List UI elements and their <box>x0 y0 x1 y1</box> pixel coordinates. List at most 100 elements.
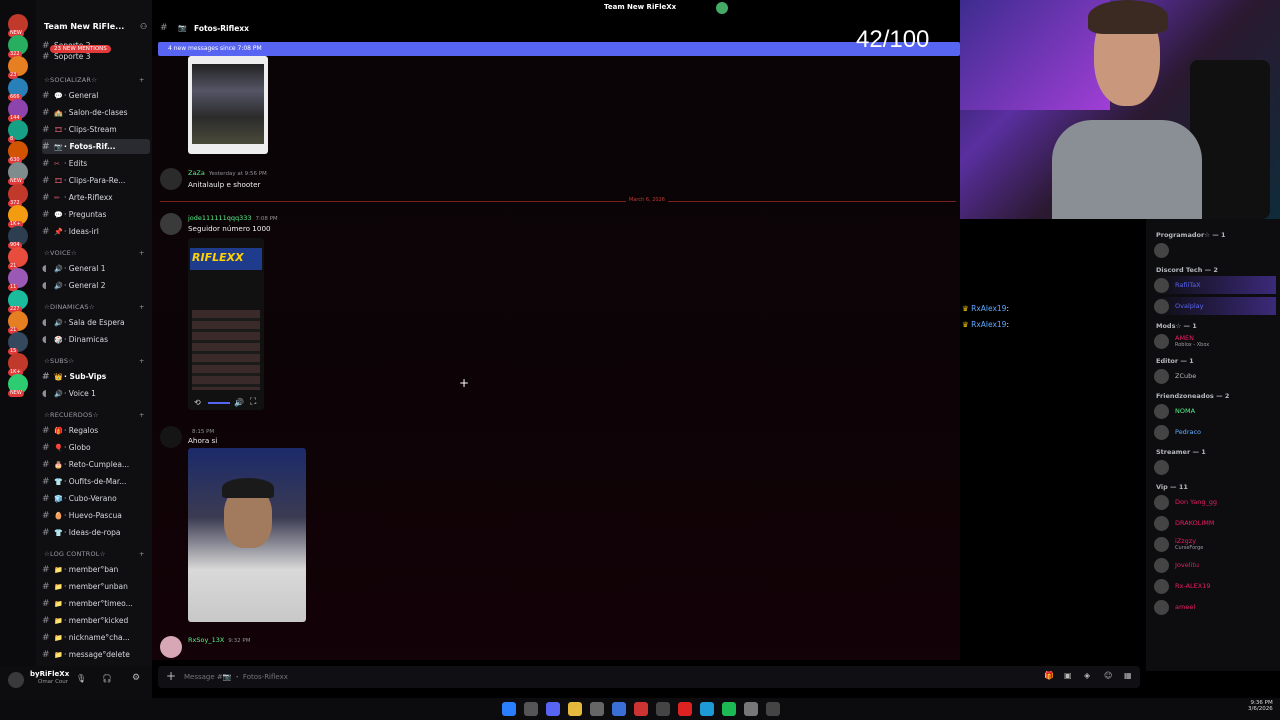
channel-item[interactable]: # 💬 · General <box>42 88 150 103</box>
emoji-icon[interactable]: ☺ <box>1104 671 1112 680</box>
server-icon[interactable]: NEW <box>8 14 28 37</box>
server-icon[interactable]: 23 <box>8 56 28 80</box>
sticker-icon[interactable]: ◈ <box>1084 671 1090 680</box>
avatar[interactable] <box>160 168 182 190</box>
server-icon[interactable]: 11 <box>8 268 28 292</box>
app-icon[interactable] <box>634 702 648 716</box>
channel-item[interactable]: # 📷 · Fotos-Rif... <box>42 139 150 154</box>
channel-item[interactable]: # 🥚 · Huevo-Pascua <box>42 508 150 523</box>
image-attachment[interactable] <box>188 56 268 154</box>
avatar[interactable] <box>1154 494 1169 510</box>
server-icon[interactable]: 666 <box>8 77 28 101</box>
server-icon[interactable]: 322 <box>8 35 28 59</box>
opera-icon[interactable] <box>678 702 692 716</box>
server-icon[interactable]: 21 <box>8 247 28 271</box>
member-item[interactable]: AMEN Roblox - Xbox <box>1154 332 1276 350</box>
server-icon[interactable]: 15 <box>8 332 28 355</box>
member-item[interactable]: NOMA <box>1154 402 1276 420</box>
mic-icon[interactable]: 🎙 <box>76 674 86 683</box>
member-item[interactable] <box>1154 241 1276 259</box>
folder-icon[interactable] <box>568 702 582 716</box>
category-header[interactable]: ☆VOICE☆ + <box>44 249 144 257</box>
apps-icon[interactable]: ▦ <box>1124 671 1132 680</box>
channel-item[interactable]: # 👕 · Oufits-de-Mar... <box>42 474 150 489</box>
avatar[interactable] <box>1154 368 1169 384</box>
avatar[interactable] <box>1154 599 1169 615</box>
app-icon[interactable] <box>612 702 626 716</box>
avatar[interactable] <box>160 213 182 235</box>
add-channel-icon[interactable]: + <box>139 76 145 84</box>
avatar[interactable] <box>1154 459 1169 475</box>
channel-item[interactable]: # 🎞 · Clips-Para-Re... <box>42 173 150 188</box>
channel-item[interactable]: # 🎁 · Regalos <box>42 423 150 438</box>
channel-item[interactable]: # 📁 · member°kicked <box>42 613 150 628</box>
server-icon[interactable]: 21 <box>8 310 28 334</box>
channel-item[interactable]: # 🧊 · Cubo-Verano <box>42 491 150 506</box>
author-name[interactable]: ZaZa <box>188 169 205 177</box>
avatar[interactable] <box>716 2 728 14</box>
member-item[interactable]: Ovalplay <box>1154 297 1276 315</box>
avatar[interactable] <box>1154 333 1169 349</box>
add-channel-icon[interactable]: + <box>139 550 145 558</box>
server-icon[interactable]: NEW <box>8 374 28 398</box>
channel-item[interactable]: # 💬 · Preguntas <box>42 207 150 222</box>
channel-item[interactable]: # 👑 · Sub-Vips <box>42 369 150 384</box>
server-icon[interactable]: 630 <box>8 141 28 165</box>
avatar[interactable] <box>1154 536 1169 552</box>
channel-item[interactable]: # 📌 · Ideas-irl <box>42 224 150 239</box>
channel-item[interactable]: # 📁 · member°ban <box>42 562 150 577</box>
channel-item[interactable]: # 📁 · member°timeo... <box>42 596 150 611</box>
member-item[interactable] <box>1154 458 1276 476</box>
channel-item[interactable]: # 🎞 · Clips-Stream <box>42 122 150 137</box>
avatar[interactable] <box>1154 557 1169 573</box>
member-item[interactable]: Rx-ALEX19 <box>1154 577 1276 595</box>
fullscreen-icon[interactable]: ⛶ <box>250 397 256 407</box>
add-channel-icon[interactable]: + <box>139 411 145 419</box>
server-icon[interactable]: 1K+ <box>8 353 28 377</box>
channel-item[interactable]: # 📁 · message°delete <box>42 647 150 662</box>
channel-item[interactable]: # 🏫 · Salon-de-clases <box>42 105 150 120</box>
avatar[interactable] <box>160 426 182 448</box>
message-input[interactable] <box>184 668 784 686</box>
message-author[interactable]: 8:15 PM <box>188 427 214 435</box>
gift-icon[interactable]: 🎁 <box>1044 671 1054 680</box>
channel-item[interactable]: # 🎈 · Globo <box>42 440 150 455</box>
channel-item[interactable]: # 👕 · Ideas-de-ropa <box>42 525 150 540</box>
avatar[interactable] <box>1154 403 1169 419</box>
clock[interactable]: 9:36 PM 3/6/2026 <box>1248 700 1273 712</box>
avatar[interactable] <box>1154 277 1169 293</box>
gif-icon[interactable]: ▣ <box>1064 671 1072 680</box>
server-icon[interactable]: 8 <box>8 120 28 143</box>
author-name[interactable]: RxSoy_13X <box>188 636 224 644</box>
add-attachment-icon[interactable]: + <box>166 669 176 683</box>
category-header[interactable]: ☆LOG CONTROL☆ + <box>44 550 144 558</box>
avatar[interactable] <box>1154 578 1169 594</box>
gear-icon[interactable]: ⚙ <box>132 673 140 683</box>
video-progress[interactable] <box>208 402 230 404</box>
channel-item[interactable]: ◖ 🔊 · Sala de Espera <box>42 315 150 330</box>
add-channel-icon[interactable]: + <box>139 303 145 311</box>
obs-icon[interactable] <box>744 702 758 716</box>
headphones-icon[interactable]: 🎧 <box>102 674 112 683</box>
avatar[interactable] <box>160 636 182 658</box>
image-attachment[interactable] <box>188 448 306 622</box>
volume-icon[interactable]: 🔊 <box>234 398 244 407</box>
member-item[interactable]: Jovelitu <box>1154 556 1276 574</box>
avatar[interactable] <box>1154 424 1169 440</box>
channel-item[interactable]: # 📁 · member°unban <box>42 579 150 594</box>
avatar[interactable] <box>1154 298 1169 314</box>
member-item[interactable]: ZCube <box>1154 367 1276 385</box>
channel-item[interactable]: ◖ 🎲 · Dinamicas <box>42 332 150 347</box>
mentions-pill[interactable]: 23 NEW MENTIONS <box>50 45 111 53</box>
server-icon[interactable]: 227 <box>8 289 28 313</box>
windows-start-icon[interactable] <box>502 702 516 716</box>
play-icon[interactable]: ⟲ <box>194 398 201 407</box>
avatar[interactable] <box>1154 242 1169 258</box>
member-item[interactable]: iZzgzy CurseForge <box>1154 535 1276 553</box>
channel-item[interactable]: ◖ 🔊 · General 2 <box>42 278 150 293</box>
discord-icon[interactable] <box>546 702 560 716</box>
server-icon[interactable]: 1K+ <box>8 204 28 228</box>
avatar[interactable] <box>8 672 24 688</box>
avatar[interactable] <box>1154 515 1169 531</box>
app-icon[interactable] <box>590 702 604 716</box>
